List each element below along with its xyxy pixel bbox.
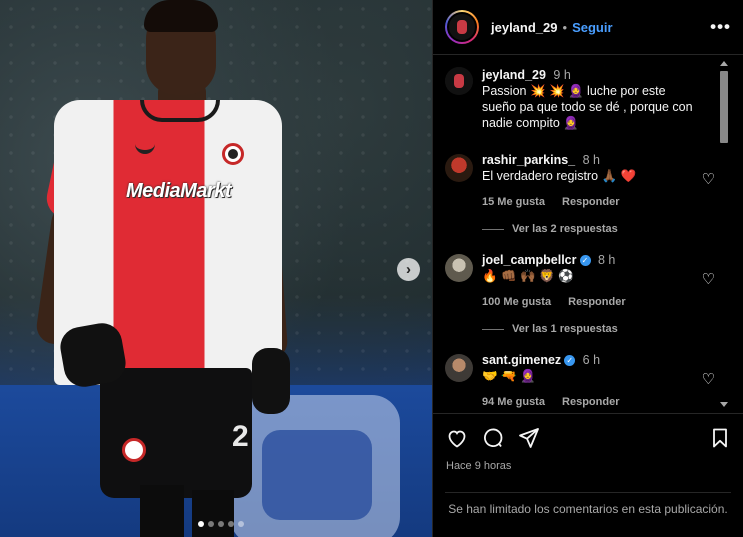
player-shorts (100, 368, 252, 498)
avatar-image (445, 67, 473, 95)
comment-text: 🔥 👊🏾 🙌🏾 🦁 ⚽ (482, 269, 574, 283)
carousel-dot[interactable] (228, 521, 234, 527)
scroll-down-icon[interactable] (720, 402, 728, 407)
comment-body: joel_campbellcr ✓ 8 h 🔥 👊🏾 🙌🏾 🦁 ⚽ 100 Me … (482, 252, 697, 310)
comment-likes[interactable]: 100 Me gusta (482, 296, 551, 308)
shorts-number: 2 (232, 420, 249, 453)
comment-text: El verdadero registro 🙏🏾 ❤️ (482, 169, 637, 183)
author-username[interactable]: jeyland_29 (491, 20, 558, 35)
comments-list[interactable]: jeyland_29 9 h Passion 💥 💥 🧕 luche por e… (433, 55, 732, 413)
comments-limited-notice: Se han limitado los comentarios en esta … (445, 492, 731, 518)
carousel-dot[interactable] (208, 521, 214, 527)
avatar-image (447, 12, 477, 42)
commenter-avatar[interactable] (445, 154, 473, 182)
caption-body: jeyland_29 9 h Passion 💥 💥 🧕 luche por e… (482, 67, 697, 131)
comment-likes[interactable]: 15 Me gusta (482, 196, 545, 208)
player-right-sock (192, 490, 234, 537)
shirt-collar (140, 100, 220, 122)
carousel-dots (198, 521, 244, 527)
carousel-dot[interactable] (238, 521, 244, 527)
comments-scrollbar[interactable] (717, 55, 732, 413)
comment-body: rashir_parkins_ 8 h El verdadero registr… (482, 152, 697, 210)
share-icon[interactable] (517, 426, 541, 450)
more-options-icon[interactable]: ••• (710, 17, 731, 37)
reply-button[interactable]: Responder (562, 196, 619, 208)
comment-likes[interactable]: 94 Me gusta (482, 396, 545, 408)
player-right-glove (252, 348, 290, 414)
comment-time: 8 h (597, 253, 616, 267)
shorts-crest (122, 438, 146, 462)
caption-avatar[interactable] (445, 67, 473, 95)
view-replies-button[interactable]: Ver las 1 respuestas (482, 323, 618, 335)
comment-meta: 94 Me gusta Responder (482, 394, 697, 410)
author-avatar[interactable] (445, 10, 479, 44)
caption-time: 9 h (553, 68, 571, 82)
caption-username[interactable]: jeyland_29 (482, 68, 546, 82)
comment-meta: 100 Me gusta Responder (482, 294, 697, 310)
replies-line (482, 228, 504, 230)
scroll-up-icon[interactable] (720, 61, 728, 66)
comment-username[interactable]: rashir_parkins_ (482, 153, 575, 167)
post-header: jeyland_29 • Seguir ••• (433, 0, 743, 55)
carousel-dot[interactable] (198, 521, 204, 527)
club-crest-center (228, 149, 238, 159)
comment-item: joel_campbellcr ✓ 8 h 🔥 👊🏾 🙌🏾 🦁 ⚽ 100 Me … (445, 252, 715, 310)
comment-icon[interactable] (481, 426, 505, 450)
carousel-dot[interactable] (218, 521, 224, 527)
carousel-next-button[interactable]: › (397, 258, 420, 281)
header-separator: • (562, 19, 568, 35)
chevron-right-icon: › (406, 261, 411, 278)
caption-item: jeyland_29 9 h Passion 💥 💥 🧕 luche por e… (445, 67, 715, 131)
comment-username[interactable]: joel_campbellcr (482, 253, 577, 267)
comment-username[interactable]: sant.gimenez (482, 353, 561, 367)
heart-icon[interactable]: ♡ (702, 170, 715, 188)
post-timestamp: Hace 9 horas (446, 460, 512, 472)
follow-button[interactable]: Seguir (572, 20, 612, 35)
comment-item: rashir_parkins_ 8 h El verdadero registr… (445, 152, 715, 210)
comment-time: 8 h (582, 153, 600, 167)
commenter-avatar[interactable] (445, 354, 473, 382)
comment-meta: 15 Me gusta Responder (482, 194, 697, 210)
reply-button[interactable]: Responder (562, 396, 619, 408)
player-hair (144, 0, 218, 32)
scrollbar-thumb[interactable] (720, 71, 728, 143)
bookmark-icon[interactable] (708, 426, 732, 450)
caption-text: Passion 💥 💥 🧕 luche por este sueño pa qu… (482, 84, 693, 130)
player-figure: MediaMarkt 2 (0, 0, 432, 537)
verified-badge-icon: ✓ (579, 255, 591, 267)
view-replies-label: Ver las 1 respuestas (512, 323, 618, 335)
post-side-panel: jeyland_29 • Seguir ••• jeyland_29 9 h P… (432, 0, 743, 537)
comment-body: sant.gimenez ✓ 6 h 🤝 🔫 🧕 94 Me gusta Resp… (482, 352, 697, 410)
comment-time: 6 h (582, 353, 601, 367)
view-replies-label: Ver las 2 respuestas (512, 223, 618, 235)
comment-text: 🤝 🔫 🧕 (482, 369, 536, 383)
verified-badge-icon: ✓ (564, 355, 576, 367)
commenter-avatar[interactable] (445, 254, 473, 282)
heart-icon[interactable]: ♡ (702, 370, 715, 388)
reply-button[interactable]: Responder (568, 296, 625, 308)
view-replies-button[interactable]: Ver las 2 respuestas (482, 223, 618, 235)
heart-icon[interactable]: ♡ (702, 270, 715, 288)
shirt-sponsor: MediaMarkt (126, 180, 232, 202)
action-icons (433, 414, 743, 462)
comment-item: sant.gimenez ✓ 6 h 🤝 🔫 🧕 94 Me gusta Resp… (445, 352, 715, 410)
player-left-sock (140, 485, 184, 537)
heart-icon[interactable] (445, 426, 469, 450)
post-photo: MediaMarkt 2 › (0, 0, 432, 537)
replies-line (482, 328, 504, 330)
